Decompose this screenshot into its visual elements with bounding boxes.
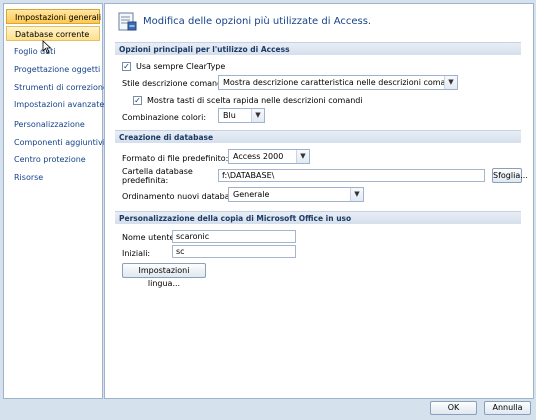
default-folder-input[interactable]: f:\DATABASE\ bbox=[218, 169, 485, 182]
language-settings-button[interactable]: Impostazioni lingua... bbox=[122, 263, 206, 288]
section-database-header: Creazione di database bbox=[115, 130, 521, 143]
cancel-button[interactable]: Annulla bbox=[484, 401, 531, 415]
shortcut-keys-checkbox[interactable]: ✓ bbox=[133, 96, 142, 105]
scrollbar[interactable] bbox=[530, 5, 535, 385]
sort-order-dropdown[interactable]: Generale ▼ bbox=[228, 187, 364, 202]
shortcut-keys-label: Mostra tasti di scelta rapida nelle desc… bbox=[147, 96, 363, 105]
browse-button[interactable]: Sfoglia... bbox=[492, 168, 528, 183]
sidebar-item-personalizzazione[interactable]: Personalizzazione bbox=[6, 117, 100, 132]
options-sidebar: Impostazioni generali Database corrente … bbox=[3, 3, 108, 399]
sort-order-value: Generale bbox=[233, 190, 270, 199]
sidebar-item-progettazione-oggetti[interactable]: Progettazione oggetti bbox=[6, 62, 100, 77]
section-main-options-header: Opzioni principali per l'utilizzo di Acc… bbox=[115, 42, 521, 55]
sidebar-item-strumenti-correzione[interactable]: Strumenti di correzione bbox=[6, 80, 108, 95]
cleartype-label: Usa sempre ClearType bbox=[136, 62, 226, 71]
mouse-cursor-icon bbox=[42, 40, 52, 54]
chevron-down-icon: ▼ bbox=[296, 150, 309, 163]
sidebar-item-centro-protezione[interactable]: Centro protezione bbox=[6, 152, 100, 167]
cleartype-checkbox[interactable]: ✓ bbox=[122, 62, 131, 71]
tooltip-style-dropdown[interactable]: Mostra descrizione caratteristica nelle … bbox=[218, 75, 458, 90]
sidebar-item-componenti-aggiuntivi[interactable]: Componenti aggiuntivi bbox=[6, 135, 105, 150]
sidebar-item-foglio-dati[interactable]: Foglio dati bbox=[6, 44, 100, 59]
tooltip-style-value: Mostra descrizione caratteristica nelle … bbox=[223, 78, 458, 87]
chevron-down-icon: ▼ bbox=[444, 76, 457, 89]
chevron-down-icon: ▼ bbox=[350, 188, 363, 201]
file-format-dropdown[interactable]: Access 2000 ▼ bbox=[228, 149, 310, 164]
sidebar-item-impostazioni-generali[interactable]: Impostazioni generali bbox=[6, 9, 101, 24]
sort-order-label: Ordinamento nuovi database: bbox=[122, 192, 242, 201]
color-scheme-dropdown[interactable]: Blu ▼ bbox=[218, 108, 265, 123]
ok-button[interactable]: OK bbox=[430, 401, 477, 415]
file-format-label: Formato di file predefinito: bbox=[122, 154, 229, 163]
section-personalize-header: Personalizzazione della copia di Microso… bbox=[115, 211, 521, 224]
options-icon bbox=[118, 12, 137, 31]
sidebar-item-impostazioni-avanzate[interactable]: Impostazioni avanzate bbox=[6, 97, 104, 112]
tooltip-style-label: Stile descrizione comando: bbox=[122, 79, 230, 88]
username-input[interactable]: scaronic bbox=[172, 230, 296, 243]
default-folder-label-line1: Cartella database bbox=[122, 167, 193, 176]
initials-input[interactable]: sc bbox=[172, 245, 296, 258]
sidebar-item-risorse[interactable]: Risorse bbox=[6, 170, 100, 185]
sidebar-item-database-corrente[interactable]: Database corrente bbox=[6, 26, 100, 41]
chevron-down-icon: ▼ bbox=[251, 109, 264, 122]
file-format-value: Access 2000 bbox=[233, 152, 284, 161]
default-folder-label-line2: predefinita: bbox=[122, 176, 169, 185]
initials-label: Iniziali: bbox=[122, 249, 151, 258]
username-label: Nome utente: bbox=[122, 233, 178, 242]
color-scheme-value: Blu bbox=[223, 111, 236, 120]
options-main-panel: Modifica delle opzioni più utilizzate di… bbox=[104, 3, 534, 399]
page-title: Modifica delle opzioni più utilizzate di… bbox=[143, 16, 372, 27]
color-scheme-label: Combinazione colori: bbox=[122, 113, 207, 122]
